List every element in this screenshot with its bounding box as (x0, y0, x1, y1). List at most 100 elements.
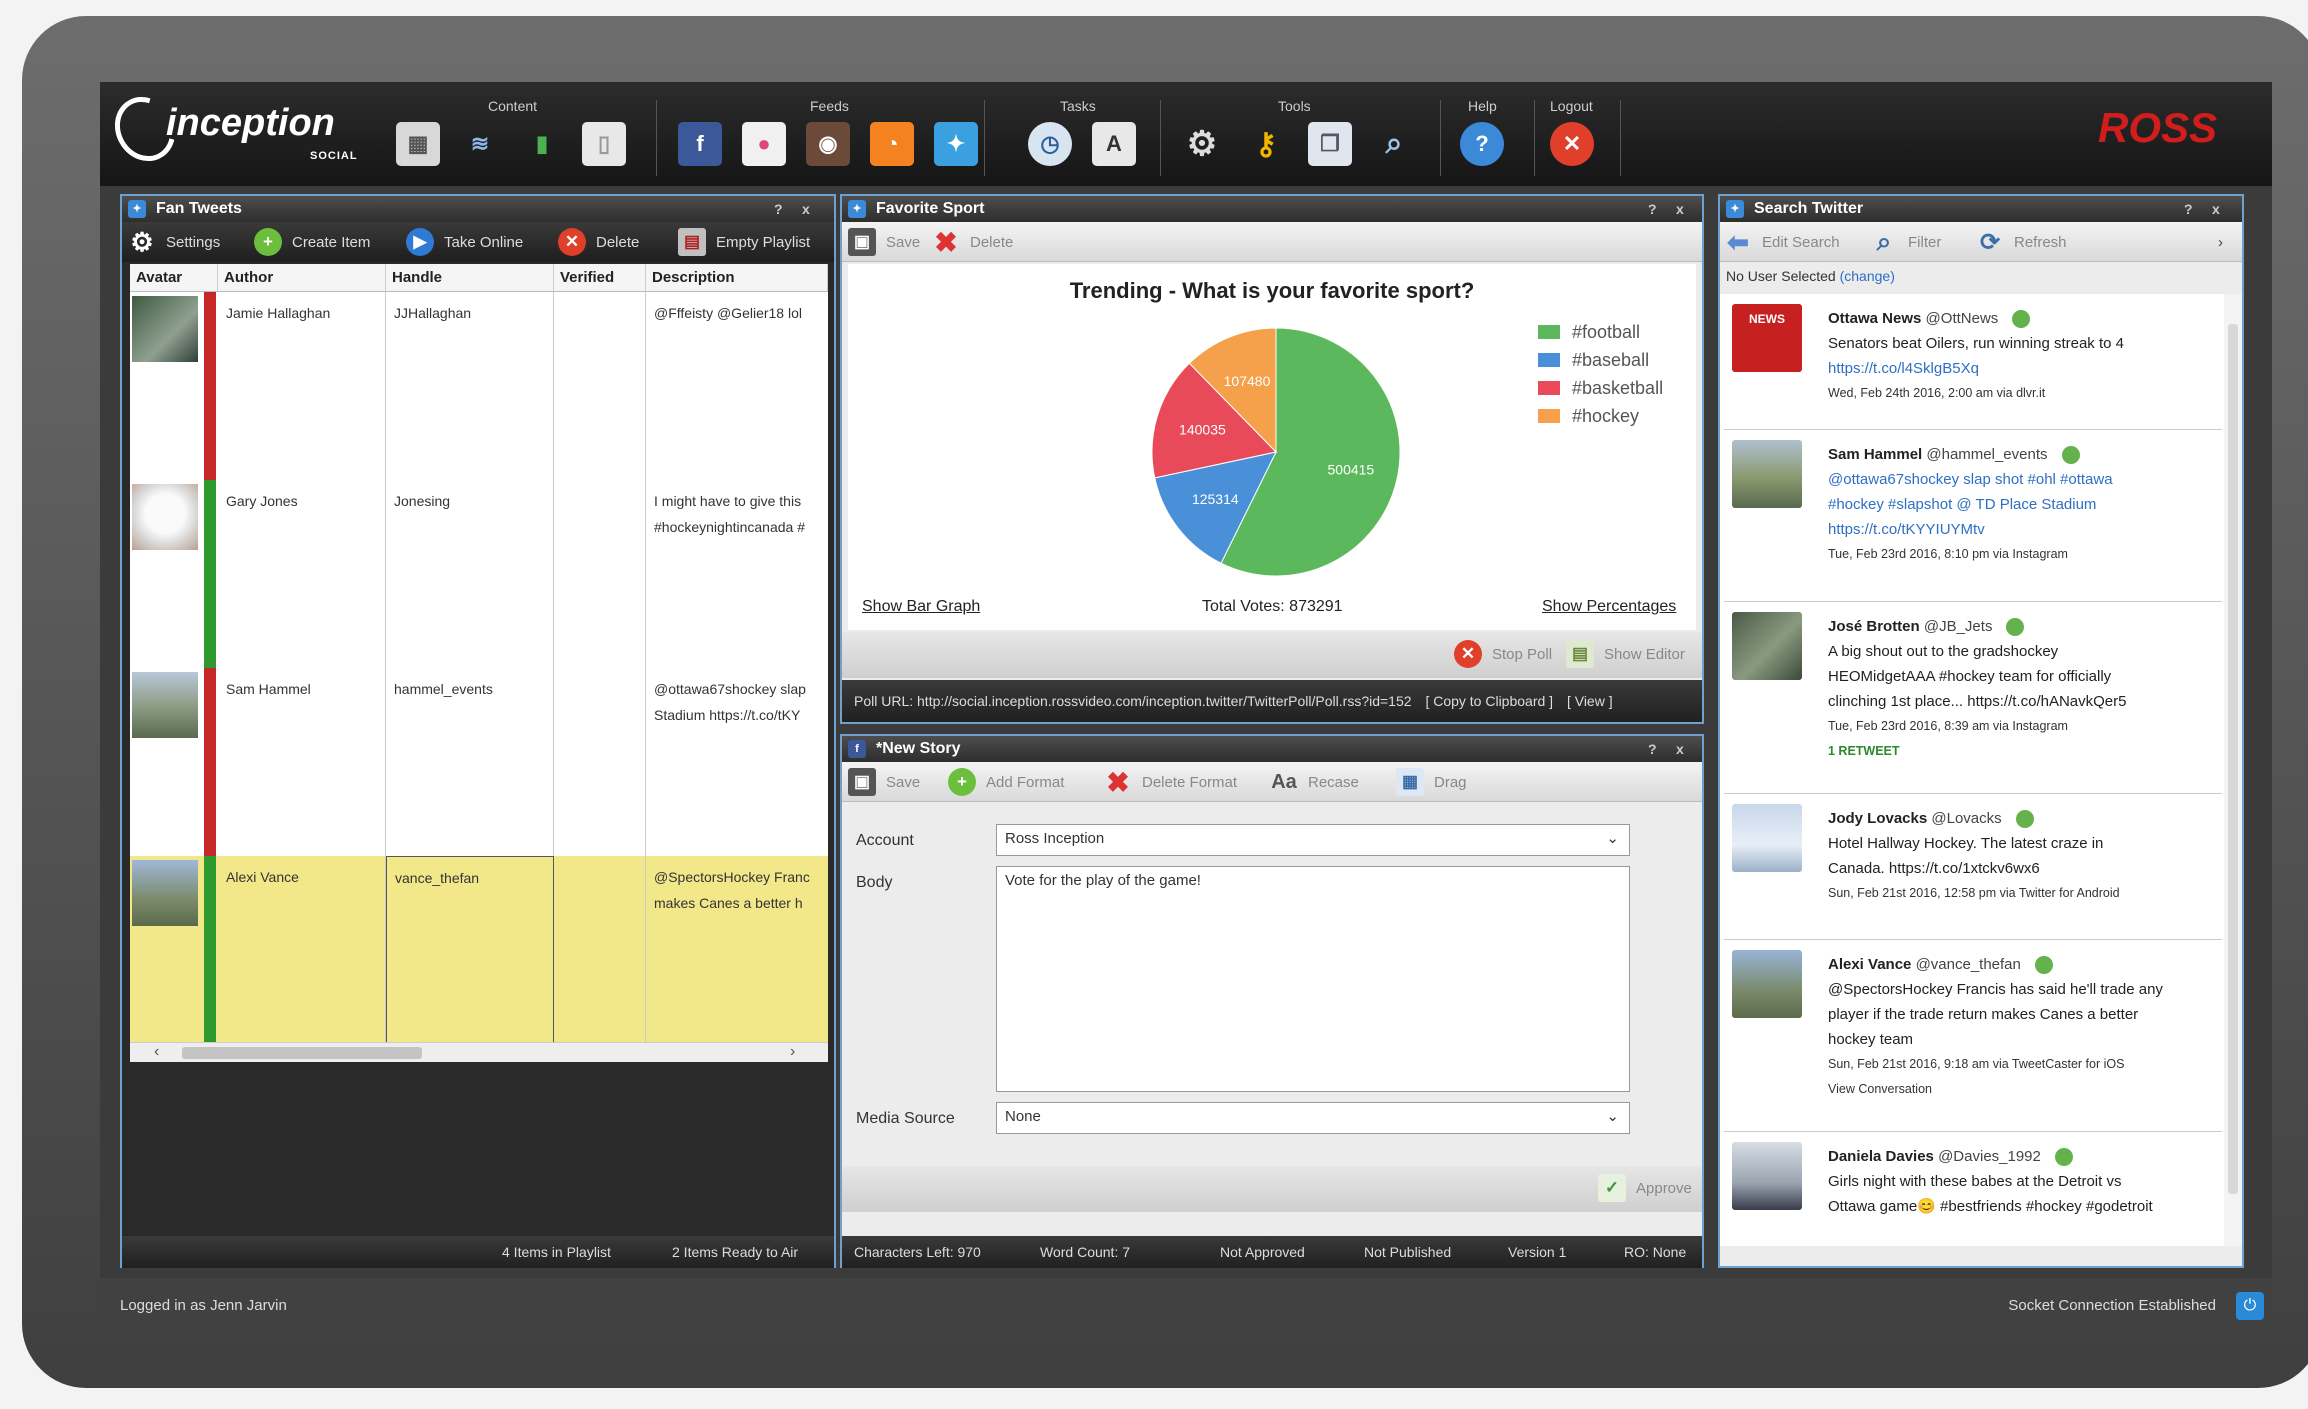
view-link[interactable]: [ View ] (1567, 693, 1613, 709)
clock-icon[interactable]: ◷ (1028, 122, 1072, 166)
power-icon[interactable]: ⏻ (2236, 1292, 2264, 1320)
app-screen: inception SOCIAL Content Feeds Tasks Too… (100, 82, 2272, 1334)
windows-icon[interactable]: ❐ (1308, 122, 1352, 166)
table-row[interactable]: Jamie Hallaghan JJHallaghan @Fffeisty @G… (130, 292, 828, 480)
horizontal-scrollbar[interactable]: ‹ › (130, 1042, 828, 1062)
logo-subtext: SOCIAL (310, 150, 358, 162)
take-online-button[interactable]: ▶ Take Online (406, 228, 523, 256)
handle-cell: Jonesing (386, 480, 554, 668)
close-icon[interactable]: x (2212, 196, 2220, 222)
help-icon[interactable]: ? (1460, 122, 1504, 166)
edit-search-button[interactable]: ⬅ Edit Search (1724, 227, 1839, 257)
twitter-icon[interactable]: ✦ (934, 122, 978, 166)
table-row[interactable]: Gary Jones Jonesing I might have to give… (130, 480, 828, 668)
table-row[interactable]: Sam Hammel hammel_events @ottawa67shocke… (130, 668, 828, 856)
handle-cell[interactable]: vance_thefan (386, 856, 554, 1044)
list-item[interactable]: Jody Lovacks @Lovacks Hotel Hallway Hocke… (1724, 794, 2222, 940)
save-button[interactable]: ▣ Save (848, 768, 920, 796)
media-source-select[interactable]: None ⌄ (996, 1102, 1630, 1134)
close-icon[interactable]: x (802, 196, 810, 222)
help-icon[interactable]: ? (1648, 736, 1657, 762)
help-icon[interactable]: ? (774, 196, 783, 222)
copy-to-clipboard-link[interactable]: [ Copy to Clipboard ] (1425, 693, 1553, 709)
list-item[interactable]: Daniela Davies @Davies_1992 Girls night w… (1724, 1132, 2222, 1246)
legend-swatch (1538, 409, 1560, 423)
search-twitter-toolbar: ⬅ Edit Search ⌕ Filter ⟳ Refresh › (1720, 222, 2242, 262)
col-header-avatar[interactable]: Avatar (130, 264, 218, 292)
fan-tweets-panel: ✦ Fan Tweets? x ⚙ Settings + Create Item ▶ Ta… (120, 194, 836, 1268)
help-icon[interactable]: ? (2184, 196, 2193, 222)
view-conversation-link[interactable]: View Conversation (1828, 1077, 2208, 1102)
recase-button[interactable]: Aa Recase (1270, 768, 1359, 796)
delete-format-button[interactable]: ✖ Delete Format (1104, 766, 1237, 798)
table-icon[interactable]: ▦ (396, 122, 440, 166)
body-textarea[interactable]: Vote for the play of the game! (996, 866, 1630, 1092)
table-row-selected[interactable]: Alexi Vance vance_thefan @SpectorsHockey… (130, 856, 828, 1044)
instagram-icon[interactable]: ◉ (806, 122, 850, 166)
change-user-link[interactable]: (change) (1840, 268, 1895, 284)
plus-icon: + (948, 768, 976, 796)
filter-button[interactable]: ⌕ Filter (1870, 226, 1942, 256)
add-format-button[interactable]: + Add Format (948, 768, 1064, 796)
publish-status: Not Published (1364, 1244, 1452, 1260)
create-item-button[interactable]: + Create Item (254, 228, 370, 256)
group-label-tools: Tools (1278, 98, 1311, 114)
search-icon[interactable]: ⌕ (1372, 122, 1416, 166)
avatar (1732, 612, 1802, 680)
delete-icon: ✖ (1106, 766, 1130, 798)
col-header-handle[interactable]: Handle (386, 264, 554, 292)
search-twitter-panel: ✦ Search Twitter? x ⬅ Edit Search ⌕ Filter ⟳… (1718, 194, 2244, 1268)
help-icon[interactable]: ? (1648, 196, 1657, 222)
drag-button[interactable]: ▦ Drag (1396, 768, 1467, 796)
avatar: NEWS (1732, 304, 1802, 372)
inception-logo: inception SOCIAL (103, 85, 357, 173)
stop-poll-button[interactable]: ✕ Stop Poll (1454, 640, 1552, 668)
delete-button[interactable]: ✖ Delete (932, 226, 1013, 258)
rss-icon[interactable]: ◔ (870, 122, 914, 166)
gear-icon[interactable]: ⚙ (1180, 122, 1224, 166)
settings-button[interactable]: ⚙ Settings (128, 227, 220, 257)
facebook-icon[interactable]: f (678, 122, 722, 166)
scroll-left-icon[interactable]: ‹ (154, 1043, 159, 1061)
col-header-author[interactable]: Author (218, 264, 386, 292)
scrollbar-thumb[interactable] (182, 1047, 422, 1059)
task-document-icon[interactable]: A (1092, 122, 1136, 166)
connection-status: Socket Connection Established (2008, 1297, 2216, 1314)
poll-url-bar: Poll URL: http://social.inception.rossvi… (842, 680, 1702, 722)
tweet-link[interactable]: https://t.co/l4SklgB5Xq (1828, 356, 2208, 381)
logout-icon[interactable]: ✕ (1550, 122, 1594, 166)
list-item[interactable]: Sam Hammel @hammel_events @ottawa67shocke… (1724, 430, 2222, 602)
empty-playlist-button[interactable]: ▤ Empty Playlist (678, 228, 810, 256)
list-item[interactable]: José Brotten @JB_Jets A big shout out to … (1724, 602, 2222, 794)
delete-button[interactable]: ✕ Delete (558, 228, 639, 256)
chart-title: Trending - What is your favorite sport? (1069, 278, 1475, 303)
key-icon[interactable]: ⚷ (1244, 122, 1288, 166)
account-select[interactable]: Ross Inception ⌄ (996, 824, 1630, 856)
bar-chart-icon[interactable]: ▮ (520, 122, 564, 166)
col-header-description[interactable]: Description (646, 264, 828, 292)
save-button[interactable]: ▣ Save (848, 228, 920, 256)
main-toolbar: inception SOCIAL Content Feeds Tasks Too… (100, 82, 2272, 186)
legend-swatch (1538, 353, 1560, 367)
chevron-right-icon[interactable]: › (2218, 228, 2223, 256)
document-icon[interactable]: ▯ (582, 122, 626, 166)
show-percentages-link[interactable]: Show Percentages (1542, 598, 1676, 616)
col-header-verified[interactable]: Verified (554, 264, 646, 292)
verified-cell (554, 856, 646, 1044)
show-bar-graph-link[interactable]: Show Bar Graph (862, 598, 980, 616)
close-icon[interactable]: x (1676, 196, 1684, 222)
list-item[interactable]: NEWS Ottawa News @OttNews Senators beat O… (1724, 294, 2222, 430)
delete-icon: ✖ (934, 226, 958, 258)
close-icon[interactable]: x (1676, 736, 1684, 762)
flickr-icon[interactable]: ● (742, 122, 786, 166)
approve-button[interactable]: ✓ Approve (1598, 1174, 1692, 1202)
list-item[interactable]: Alexi Vance @vance_thefan @SpectorsHockey… (1724, 940, 2222, 1132)
avatar (1732, 950, 1802, 1018)
scroll-right-icon[interactable]: › (790, 1043, 795, 1061)
vertical-scrollbar[interactable] (2224, 294, 2242, 1246)
show-editor-button[interactable]: ▤ Show Editor (1566, 640, 1685, 668)
scrollbar-thumb[interactable] (2228, 324, 2238, 1194)
approve-icon: ✓ (1598, 1174, 1626, 1202)
layers-icon[interactable]: ≋ (458, 122, 502, 166)
refresh-button[interactable]: ⟳ Refresh (1976, 228, 2067, 256)
